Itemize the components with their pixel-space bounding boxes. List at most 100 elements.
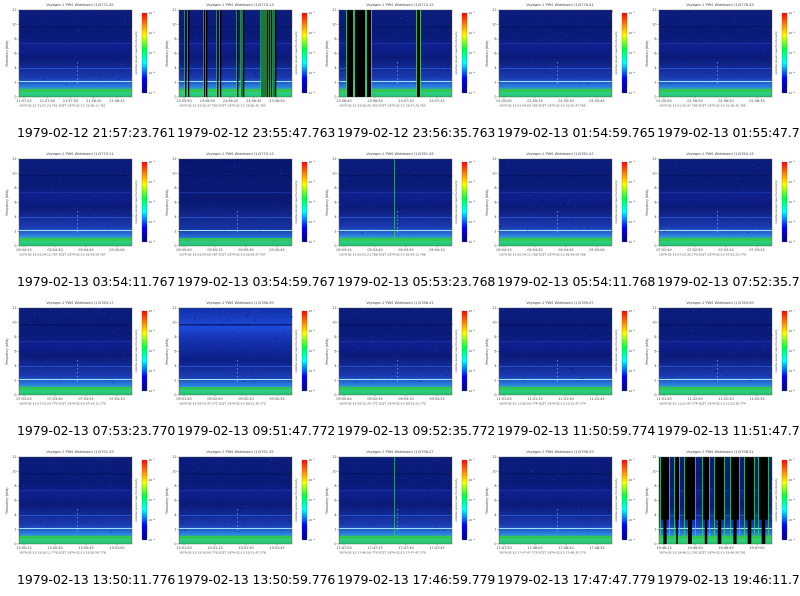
y-tick-label: 2	[494, 379, 496, 383]
colorbar-tick-label: 10⁻⁴	[309, 71, 316, 75]
plot-title: Voyager-1 PWS Wideband (1)5771.45	[46, 3, 113, 7]
colorbar-tick-label: 10⁻²	[149, 478, 156, 482]
colorbar-tick-label: 10⁻²	[149, 180, 156, 184]
colorbar-label: relative power spectral density	[294, 180, 298, 224]
y-tick-label: 10	[492, 23, 496, 27]
spectrogram-thumbnail[interactable]: Voyager-1 PWS Wideband (1)5774.13 0 2 4 6 8 10…	[160, 0, 320, 112]
spectrogram-thumbnail[interactable]: Voyager-1 PWS Wideband (1)5774.15 0 2 4 6 8 10…	[320, 0, 480, 112]
colorbar-tick-label: 10⁻⁵	[309, 389, 316, 393]
spectrogram-thumbnail[interactable]: Voyager-1 PWS Wideband (1)5779.11 0 2 4 6 8 10…	[0, 149, 160, 261]
x-tick-label: 17:47:50	[496, 546, 511, 550]
thumbnail-card[interactable]: Voyager-1 PWS Wideband (1)5784.17 0 2 4 6 8 10…	[0, 298, 175, 447]
thumbnail-card[interactable]: Voyager-1 PWS Wideband (1)5776.43 0 2 4 6 8 10…	[640, 0, 800, 149]
spectrogram-thumbnail[interactable]: Voyager-1 PWS Wideband (1)5796.29 0 2 4 6 8 10…	[480, 447, 640, 559]
y-axis-label: Frequency (kHz)	[485, 41, 489, 67]
colorbar-tick-label: 10⁻³	[309, 349, 316, 353]
colorbar	[461, 459, 468, 541]
spectrogram-thumbnail[interactable]: Voyager-1 PWS Wideband (1)5784.15 0 2 4 6 8 10…	[640, 149, 800, 261]
spectrogram-thumbnail[interactable]: Voyager-1 PWS Wideband (1)5786.41 0 2 4 6 8 10…	[320, 298, 480, 410]
colorbar	[141, 161, 148, 243]
thumbnail-card[interactable]: Voyager-1 PWS Wideband (1)5776.41 0 2 4 6 8 10…	[480, 0, 655, 149]
colorbar-tick-label: 10⁻¹	[309, 309, 316, 313]
thumbnail-card[interactable]: Voyager-1 PWS Wideband (1)5781.45 0 2 4 6 8 10…	[320, 149, 495, 298]
spectrogram-thumbnail[interactable]: Voyager-1 PWS Wideband (1)5776.41 0 2 4 6 8 10…	[480, 0, 640, 112]
x-tick-label: 21:57:25	[16, 99, 31, 103]
x-tick-label: 23:57:10	[398, 99, 413, 103]
thumbnail-card[interactable]: Voyager-1 PWS Wideband (1)5774.13 0 2 4 6 8 10…	[160, 0, 335, 149]
thumbnail-card[interactable]: Voyager-1 PWS Wideband (1)5789.09 0 2 4 6 8 10…	[640, 298, 800, 447]
x-tick-label: 09:52:35	[269, 397, 284, 401]
spectrogram-thumbnail[interactable]: Voyager-1 PWS Wideband (1)5779.13 0 2 4 6 8 10…	[160, 149, 320, 261]
spectrogram-area	[179, 457, 292, 544]
thumbnail-card[interactable]: Voyager-1 PWS Wideband (1)5796.29 0 2 4 6 8 10…	[480, 447, 655, 596]
thumbnail-card[interactable]: Voyager-1 PWS Wideband (1)5786.39 0 2 4 6 8 10…	[160, 298, 335, 447]
colorbar-tick-label: 10⁻⁵	[629, 91, 636, 95]
spectrogram-thumbnail[interactable]: Voyager-1 PWS Wideband (1)5796.27 0 2 4 6 8 10…	[320, 447, 480, 559]
spectrogram-thumbnail[interactable]: Voyager-1 PWS Wideband (1)5781.47 0 2 4 6 8 10…	[480, 149, 640, 261]
y-tick-label: 4	[494, 513, 496, 517]
spectrogram-thumbnail[interactable]: Voyager-1 PWS Wideband (1)5798.51 0 2 4 6 8 10…	[640, 447, 800, 559]
thumbnail-card[interactable]: Voyager-1 PWS Wideband (1)5791.35 0 2 4 6 8 10…	[160, 447, 335, 596]
spectrogram-area	[19, 10, 132, 97]
y-tick-label: 4	[654, 66, 656, 70]
colorbar-tick-label: 10⁻³	[149, 349, 156, 353]
plot-title: Voyager-1 PWS Wideband (1)5786.39	[206, 301, 274, 305]
thumbnail-card[interactable]: Voyager-1 PWS Wideband (1)5791.33 0 2 4 6 8 10…	[0, 447, 175, 596]
thumbnail-card[interactable]: Voyager-1 PWS Wideband (1)5774.15 0 2 4 6 8 10…	[320, 0, 495, 149]
y-tick-label: 12	[652, 455, 656, 459]
spectrogram-thumbnail[interactable]: Voyager-1 PWS Wideband (1)5786.39 0 2 4 6 8 10…	[160, 298, 320, 410]
thumbnail-card[interactable]: Voyager-1 PWS Wideband (1)5771.45 0 2 4 6 8 10…	[0, 0, 175, 149]
colorbar	[461, 12, 468, 94]
colorbar-tick-label: 10⁻⁴	[149, 71, 156, 75]
x-tick-label: 17:48:35	[589, 546, 604, 550]
spectrogram-thumbnail[interactable]: Voyager-1 PWS Wideband (1)5784.17 0 2 4 6 8 10…	[0, 298, 160, 410]
x-tick-label: 03:54:15	[16, 248, 31, 252]
y-tick-label: 4	[334, 513, 336, 517]
colorbar	[621, 310, 628, 392]
y-tick-label: 6	[654, 350, 656, 354]
thumbnail-card[interactable]: Voyager-1 PWS Wideband (1)5796.27 0 2 4 6 8 10…	[320, 447, 495, 596]
colorbar-tick-label: 10⁻⁵	[149, 389, 156, 393]
spectrogram-thumbnail[interactable]: Voyager-1 PWS Wideband (1)5776.43 0 2 4 6 8 10…	[640, 0, 800, 112]
spectrogram-image: Voyager-1 PWS Wideband (1)5784.170246810…	[5, 301, 156, 406]
thumbnail-caption: 1979-02-13 17:46:59.779	[337, 572, 496, 587]
x-tick-label: 01:55:45	[589, 99, 604, 103]
x-tick-label: 13:50:15	[16, 546, 31, 550]
colorbar-tick-label: 10⁻⁵	[469, 538, 476, 542]
thumbnail-card[interactable]: Voyager-1 PWS Wideband (1)5779.13 0 2 4 6 8 10…	[160, 149, 335, 298]
x-tick-label: 07:53:25	[16, 397, 31, 401]
colorbar-tick-label: 10⁻⁵	[309, 538, 316, 542]
y-axis-label: Frequency (kHz)	[645, 190, 649, 216]
spectrogram-thumbnail[interactable]: Voyager-1 PWS Wideband (1)5781.45 0 2 4 6 8 10…	[320, 149, 480, 261]
spectrogram-thumbnail[interactable]: Voyager-1 PWS Wideband (1)5789.09 0 2 4 6 8 10…	[640, 298, 800, 410]
x-tick-label: 21:58:10	[86, 99, 101, 103]
thumbnail-card[interactable]: Voyager-1 PWS Wideband (1)5798.51 0 2 4 6 8 10…	[640, 447, 800, 596]
y-tick-label: 2	[334, 81, 336, 85]
y-tick-label: 8	[174, 484, 176, 488]
colorbar-tick-label: 10⁻²	[469, 478, 476, 482]
y-tick-label: 4	[14, 364, 16, 368]
spectrogram-thumbnail[interactable]: Voyager-1 PWS Wideband (1)5791.33 0 2 4 6 8 10…	[0, 447, 160, 559]
colorbar-tick-label: 10⁻¹	[149, 309, 156, 313]
colorbar-tick-label: 10⁻¹	[469, 11, 476, 15]
y-tick-label: 12	[172, 157, 176, 161]
spectrogram-thumbnail[interactable]: Voyager-1 PWS Wideband (1)5771.45 0 2 4 6 8 10…	[0, 0, 160, 112]
thumbnail-card[interactable]: Voyager-1 PWS Wideband (1)5784.15 0 2 4 6 8 10…	[640, 149, 800, 298]
time-range-label: 1979-02-13 11:51:47.774 SCET 1979-02-13 …	[659, 402, 746, 406]
y-tick-label: 4	[334, 66, 336, 70]
thumbnail-card[interactable]: Voyager-1 PWS Wideband (1)5789.07 0 2 4 6 8 10…	[480, 298, 655, 447]
colorbar-tick-label: 10⁻³	[789, 51, 796, 55]
thumbnail-card[interactable]: Voyager-1 PWS Wideband (1)5779.11 0 2 4 6 8 10…	[0, 149, 175, 298]
colorbar-tick-label: 10⁻⁵	[629, 240, 636, 244]
spectrogram-thumbnail[interactable]: Voyager-1 PWS Wideband (1)5789.07 0 2 4 6 8 10…	[480, 298, 640, 410]
colorbar-label: relative power spectral density	[454, 31, 458, 75]
spectrogram-image: Voyager-1 PWS Wideband (1)5779.130246810…	[165, 152, 316, 257]
spectrogram-thumbnail[interactable]: Voyager-1 PWS Wideband (1)5791.35 0 2 4 6 8 10…	[160, 447, 320, 559]
y-tick-label: 2	[14, 528, 16, 532]
x-tick-label: 07:53:55	[78, 397, 93, 401]
thumbnail-card[interactable]: Voyager-1 PWS Wideband (1)5781.47 0 2 4 6 8 10…	[480, 149, 655, 298]
time-range-label: 1979-02-13 11:50:59.774 SCET 1979-02-13 …	[499, 402, 586, 406]
spectrogram-area	[499, 457, 612, 544]
thumbnail-card[interactable]: Voyager-1 PWS Wideband (1)5786.41 0 2 4 6 8 10…	[320, 298, 495, 447]
colorbar-tick-label: 10⁻²	[469, 31, 476, 35]
